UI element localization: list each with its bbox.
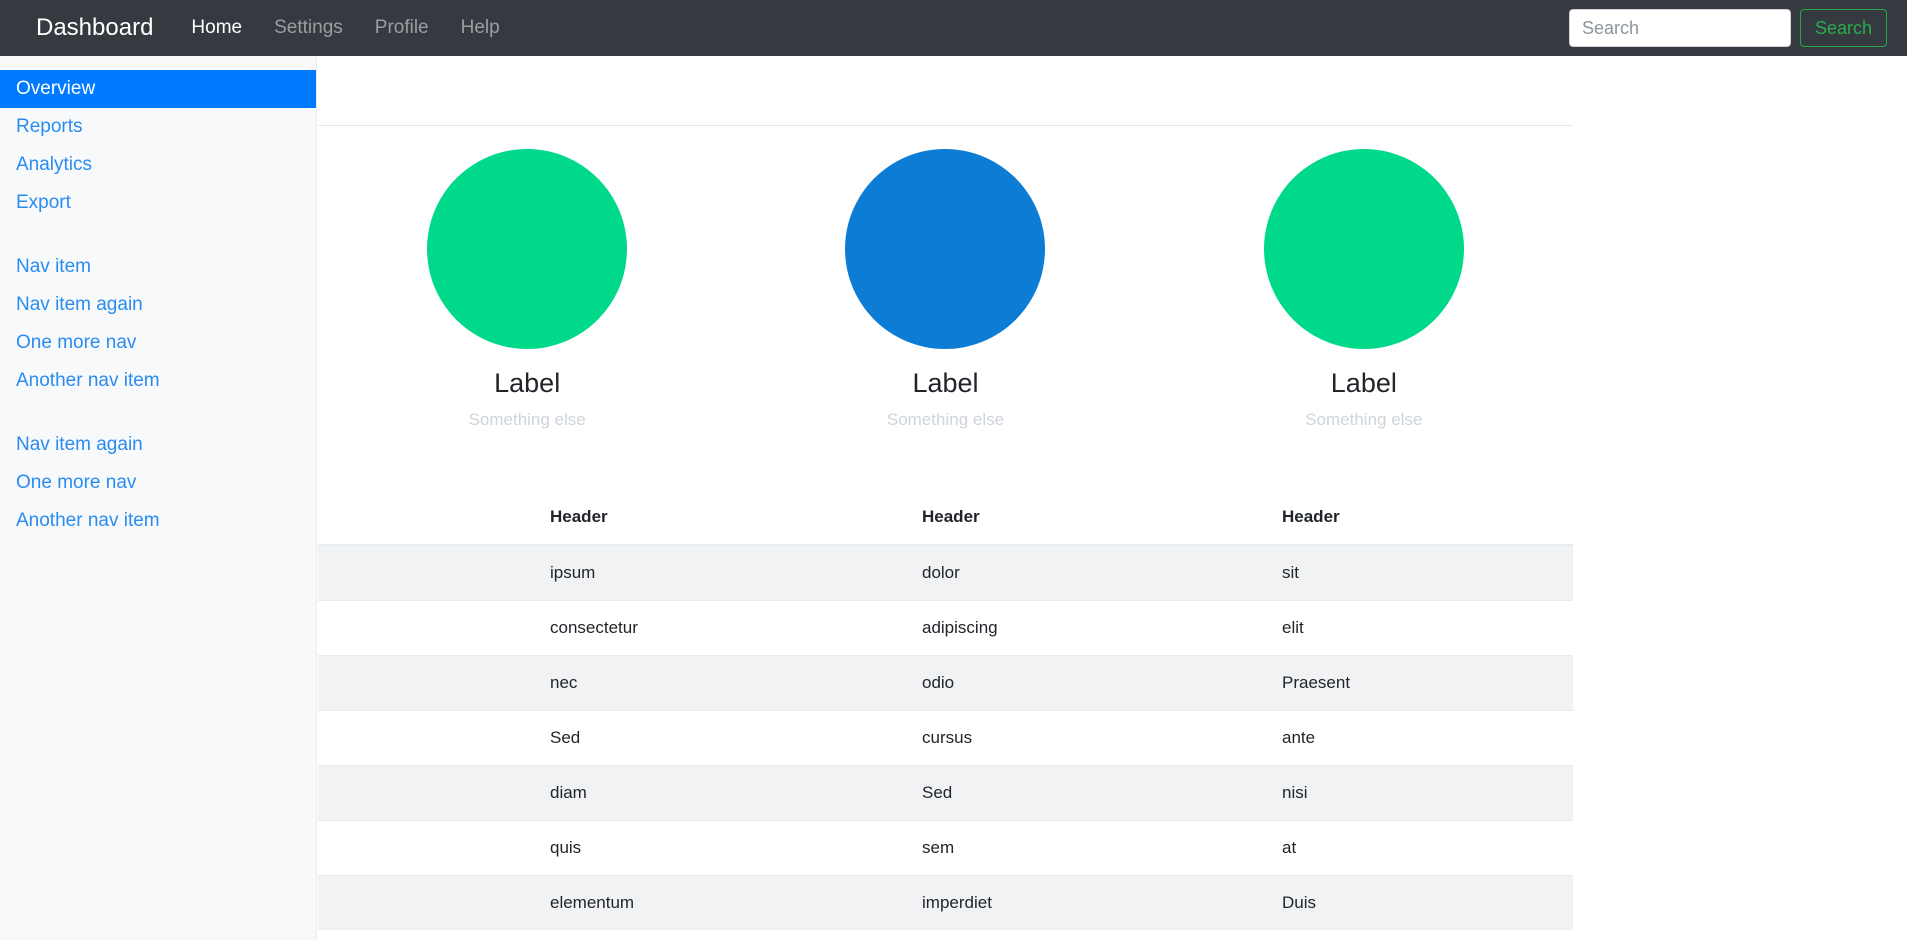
table-row[interactable]: consectetur adipiscing elit [318,600,1573,656]
feature-card-3: Label Something else [1155,149,1573,430]
table-row[interactable]: quis sem at [318,820,1573,876]
table-cell: sit [1270,544,1573,601]
table-cell: imperdiet [910,875,1270,930]
navbar-links: Home Settings Profile Help [175,9,515,47]
sidebar-item-one-more-nav-2[interactable]: One more nav [0,464,316,502]
feature-label-2: Label [912,368,979,398]
table-header-cell-0 [318,490,538,546]
table-body: ipsum dolor sit consectetur adipiscing e… [318,544,1573,930]
table-row[interactable]: elementum imperdiet Duis [318,875,1573,930]
feature-subtext-1: Something else [468,410,586,429]
table-cell: Sed [910,765,1270,821]
feature-card-1: Label Something else [318,149,736,430]
sidebar-item-one-more-nav[interactable]: One more nav [0,324,316,362]
feature-label-1: Label [494,368,561,398]
table-cell: consectetur [538,600,910,656]
table-cell [318,544,538,601]
top-navbar: Dashboard Home Settings Profile Help Sea… [0,0,1907,56]
table-cell [318,875,538,930]
table-cell: odio [910,655,1270,711]
table-cell: dolor [910,544,1270,601]
table-cell: at [1270,820,1573,876]
table-cell: nisi [1270,765,1573,821]
feature-subtext-3: Something else [1305,410,1423,429]
feature-circle-icon-2 [845,149,1046,349]
table-cell: quis [538,820,910,876]
table-header-row: Header Header Header [318,490,1573,546]
table-cell: diam [538,765,910,821]
sidebar-group-primary: Overview Reports Analytics Export [0,70,316,222]
nav-link-help[interactable]: Help [445,9,516,47]
table-row[interactable]: nec odio Praesent [318,655,1573,711]
sidebar-divider-1 [0,222,316,248]
table-cell [318,765,538,821]
sidebar-item-nav-item-again-2[interactable]: Nav item again [0,426,316,464]
sidebar-item-nav-item[interactable]: Nav item [0,248,316,286]
navbar-search-form: Search [1568,9,1887,47]
nav-link-profile[interactable]: Profile [359,9,445,47]
feature-card-2: Label Something else [736,149,1154,430]
search-input[interactable] [1568,9,1791,47]
feature-circle-icon-3 [1263,149,1464,349]
data-table: Header Header Header ipsum dolor sit con… [318,490,1573,930]
sidebar-item-nav-item-again[interactable]: Nav item again [0,286,316,324]
table-cell [318,820,538,876]
feature-row: Label Something else Label Something els… [318,126,1573,430]
nav-link-settings[interactable]: Settings [258,9,359,47]
main-content: Label Something else Label Something els… [318,56,1907,940]
table-cell: ante [1270,710,1573,766]
table-cell: ipsum [538,544,910,601]
table-cell: adipiscing [910,600,1270,656]
feature-label-3: Label [1330,368,1397,398]
sidebar-item-another-nav-item-2[interactable]: Another nav item [0,502,316,540]
content-container: Label Something else Label Something els… [318,56,1573,930]
table-row[interactable]: Sed cursus ante [318,710,1573,766]
table-head: Header Header Header [318,490,1573,546]
table-cell [318,655,538,711]
sidebar: Overview Reports Analytics Export Nav it… [0,56,317,940]
nav-link-home[interactable]: Home [175,9,258,47]
feature-circle-icon-1 [427,149,628,349]
sidebar-item-analytics[interactable]: Analytics [0,146,316,184]
table-row[interactable]: ipsum dolor sit [318,544,1573,601]
feature-subtext-2: Something else [886,410,1005,429]
table-header-cell-2: Header [910,490,1270,546]
table-cell: Duis [1270,875,1573,930]
sidebar-divider-2 [0,400,316,426]
sidebar-group-tertiary: Nav item again One more nav Another nav … [0,426,316,540]
table-row[interactable]: diam Sed nisi [318,765,1573,821]
table-cell: Sed [538,710,910,766]
sidebar-item-another-nav-item[interactable]: Another nav item [0,362,316,400]
sidebar-item-export[interactable]: Export [0,184,316,222]
sidebar-item-reports[interactable]: Reports [0,108,316,146]
content-top-spacer [318,56,1573,125]
table-cell: Praesent [1270,655,1573,711]
table-cell: elit [1270,600,1573,656]
search-button[interactable]: Search [1799,9,1887,47]
table-cell: nec [538,655,910,711]
sidebar-group-secondary: Nav item Nav item again One more nav Ano… [0,248,316,400]
table-cell: cursus [910,710,1270,766]
table-cell [318,710,538,766]
brand-title[interactable]: Dashboard [36,14,153,42]
content-spacer-mid [318,430,1573,490]
sidebar-item-overview[interactable]: Overview [0,70,316,108]
table-header-cell-3: Header [1270,490,1573,546]
table-header-cell-1: Header [538,490,910,546]
table-cell: elementum [538,875,910,930]
table-cell: sem [910,820,1270,876]
table-cell [318,600,538,656]
